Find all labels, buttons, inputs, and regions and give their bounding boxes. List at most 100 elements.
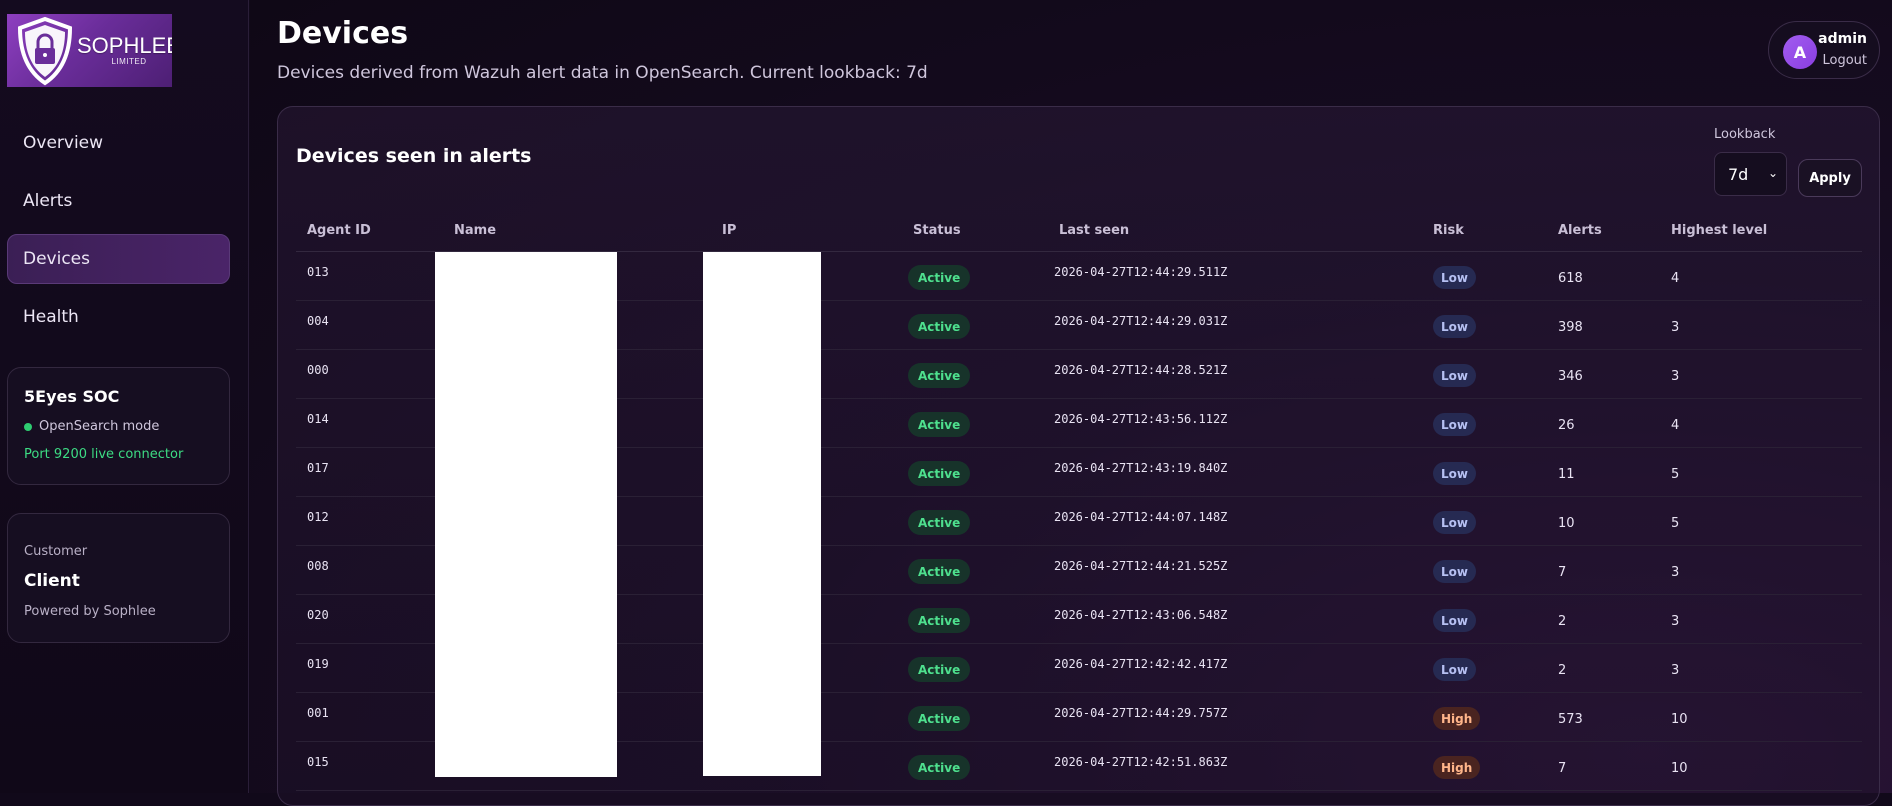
chevron-down-icon: ⌄ [1767,166,1778,180]
panel-title: Devices seen in alerts [296,145,532,167]
highest-level-cell: 4 [1671,271,1680,286]
highest-level-cell: 5 [1671,467,1680,482]
agent-id-cell: 020 [307,608,329,622]
redacted-ip-column [703,252,821,776]
status-badge: Active [908,412,971,437]
highest-level-cell: 3 [1671,614,1680,629]
page-subtitle: Devices derived from Wazuh alert data in… [277,63,928,83]
last-seen-cell: 2026-04-27T12:44:29.031Z [1054,314,1228,328]
risk-badge: Low [1433,462,1476,485]
alerts-count-cell: 10 [1558,516,1575,531]
brand-name: SOPHLEE [77,33,172,58]
highest-level-cell: 4 [1671,418,1680,433]
col-last-seen[interactable]: Last seen [1059,223,1129,238]
page-title: Devices [277,16,409,51]
soc-mode: OpenSearch mode [24,419,213,434]
highest-level-cell: 10 [1671,761,1688,776]
col-highest-level[interactable]: Highest level [1671,223,1767,238]
status-badge: Active [908,559,971,584]
last-seen-cell: 2026-04-27T12:42:42.417Z [1054,657,1228,671]
risk-badge: Low [1433,658,1476,681]
shield-lock-icon [17,16,73,85]
agent-id-cell: 017 [307,461,329,475]
status-badge: Active [908,265,971,290]
apply-button[interactable]: Apply [1798,159,1862,197]
col-agent-id[interactable]: Agent ID [307,223,371,238]
highest-level-cell: 10 [1671,712,1688,727]
col-name[interactable]: Name [454,223,496,238]
sidebar: SOPHLEE LIMITED Overview Alerts Devices … [0,0,249,793]
table-header: Agent ID Name IP Status Last seen Risk A… [296,212,1862,252]
agent-id-cell: 008 [307,559,329,573]
status-badge: Active [908,657,971,682]
status-badge: Active [908,510,971,535]
soc-port: Port 9200 live connector [24,447,184,462]
highest-level-cell: 3 [1671,663,1680,678]
soc-title: 5Eyes SOC [24,387,120,406]
risk-badge: High [1433,756,1481,779]
main-content: Devices Devices derived from Wazuh alert… [250,0,1892,806]
risk-badge: High [1433,707,1481,730]
risk-badge: Low [1433,364,1476,387]
redacted-name-column [435,252,617,777]
status-badge: Active [908,706,971,731]
risk-badge: Low [1433,609,1476,632]
alerts-count-cell: 398 [1558,320,1583,335]
last-seen-cell: 2026-04-27T12:44:21.525Z [1054,559,1228,573]
logout-link[interactable]: Logout [1822,53,1867,68]
sidebar-item-health[interactable]: Health [7,292,230,342]
lookback-label: Lookback [1714,127,1776,142]
alerts-count-cell: 7 [1558,761,1567,776]
agent-id-cell: 013 [307,265,329,279]
status-badge: Active [908,363,971,388]
agent-id-cell: 019 [307,657,329,671]
status-badge: Active [908,314,971,339]
status-dot-icon [24,422,32,431]
status-badge: Active [908,755,971,780]
agent-id-cell: 012 [307,510,329,524]
risk-badge: Low [1433,560,1476,583]
highest-level-cell: 5 [1671,516,1680,531]
alerts-count-cell: 7 [1558,565,1567,580]
last-seen-cell: 2026-04-27T12:44:28.521Z [1054,363,1228,377]
avatar[interactable]: A [1783,35,1817,69]
lookback-select[interactable]: 7d ⌄ [1714,152,1787,196]
soc-card: 5Eyes SOC OpenSearch mode Port 9200 live… [7,367,230,485]
last-seen-cell: 2026-04-27T12:43:06.548Z [1054,608,1228,622]
agent-id-cell: 000 [307,363,329,377]
col-alerts[interactable]: Alerts [1558,223,1602,238]
customer-card: Customer Client Powered by Sophlee [7,513,230,643]
agent-id-cell: 015 [307,755,329,769]
agent-id-cell: 001 [307,706,329,720]
col-risk[interactable]: Risk [1433,223,1464,238]
last-seen-cell: 2026-04-27T12:43:19.840Z [1054,461,1228,475]
col-ip[interactable]: IP [722,223,736,238]
lookback-value: 7d [1728,164,1749,184]
last-seen-cell: 2026-04-27T12:44:07.148Z [1054,510,1228,524]
soc-mode-label: OpenSearch mode [39,419,160,434]
highest-level-cell: 3 [1671,369,1680,384]
last-seen-cell: 2026-04-27T12:44:29.757Z [1054,706,1228,720]
user-menu[interactable]: A admin Logout [1768,21,1880,79]
sidebar-item-overview[interactable]: Overview [7,118,230,168]
risk-badge: Low [1433,266,1476,289]
last-seen-cell: 2026-04-27T12:43:56.112Z [1054,412,1228,426]
status-badge: Active [908,461,971,486]
alerts-count-cell: 2 [1558,663,1567,678]
alerts-count-cell: 26 [1558,418,1575,433]
devices-panel: Devices seen in alerts Lookback 7d ⌄ App… [277,106,1880,806]
status-badge: Active [908,608,971,633]
sidebar-item-alerts[interactable]: Alerts [7,176,230,226]
risk-badge: Low [1433,511,1476,534]
alerts-count-cell: 11 [1558,467,1575,482]
last-seen-cell: 2026-04-27T12:44:29.511Z [1054,265,1228,279]
brand-logo[interactable]: SOPHLEE LIMITED [7,14,172,87]
col-status[interactable]: Status [913,223,961,238]
agent-id-cell: 014 [307,412,329,426]
user-name: admin [1818,31,1867,47]
risk-badge: Low [1433,413,1476,436]
sidebar-item-devices[interactable]: Devices [7,234,230,284]
alerts-count-cell: 2 [1558,614,1567,629]
brand-sub: LIMITED [111,57,147,66]
alerts-count-cell: 573 [1558,712,1583,727]
